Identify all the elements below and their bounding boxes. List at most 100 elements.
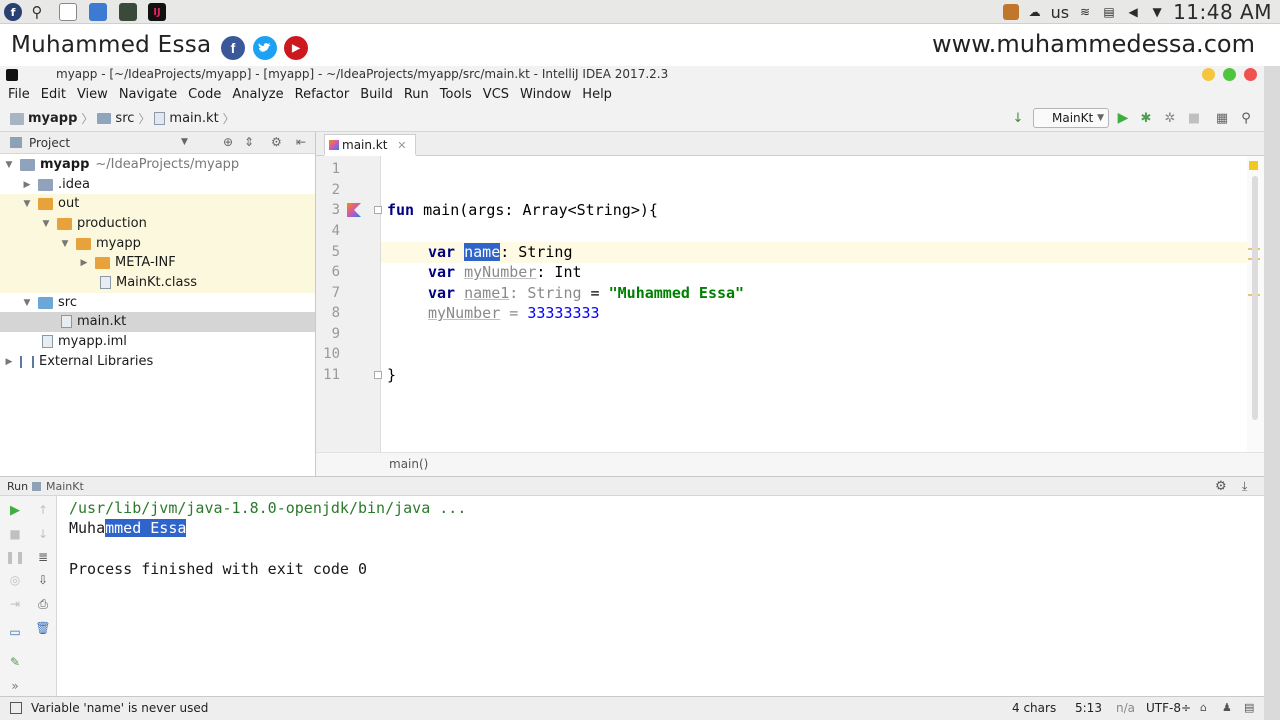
close-button[interactable] (1244, 68, 1257, 81)
tree-item-out[interactable]: ▼ out (0, 194, 315, 214)
line-number: 1 (331, 161, 340, 177)
event-log-icon[interactable]: ▤ (1244, 701, 1254, 714)
hide-panel-icon[interactable]: ⇤ (296, 135, 306, 149)
app-indicator-icon[interactable] (1002, 4, 1019, 20)
tree-item-main-kt[interactable]: main.kt (0, 312, 315, 332)
breadcrumb-item-project[interactable]: myapp (28, 111, 77, 126)
intellij-icon[interactable]: IJ (148, 3, 166, 21)
exit-icon[interactable]: ⇥ (7, 596, 23, 612)
dump-threads-icon[interactable]: ◎ (7, 572, 23, 588)
menu-file[interactable]: File (4, 87, 34, 102)
line-separator[interactable]: n/a (1116, 701, 1135, 715)
editor-scrollbar[interactable] (1252, 176, 1258, 420)
more-icon[interactable]: » (7, 678, 23, 694)
tree-item-mainkt-class[interactable]: MainKt.class (0, 273, 315, 293)
stop-icon[interactable]: ■ (7, 526, 23, 542)
clock[interactable]: 11:48 AM (1173, 0, 1272, 24)
clipboard-icon[interactable]: ▤ (1101, 4, 1117, 20)
menu-refactor[interactable]: Refactor (291, 87, 354, 102)
fold-icon[interactable] (374, 371, 382, 379)
wifi-icon[interactable]: ≋ (1077, 4, 1093, 20)
files-icon[interactable] (89, 3, 107, 21)
scroll-up-icon[interactable]: ↑ (35, 502, 51, 518)
pin-icon[interactable]: ✎ (7, 654, 23, 670)
breadcrumb-function[interactable]: main() (389, 457, 428, 471)
pause-icon[interactable]: ❚❚ (5, 549, 25, 565)
search-everywhere-icon[interactable]: ⚲ (1238, 110, 1254, 126)
chevron-down-icon[interactable]: ▼ (20, 298, 34, 308)
desktop-icon[interactable] (59, 3, 77, 21)
debug-icon[interactable]: ✱ (1138, 110, 1154, 126)
print-icon[interactable]: ⎙ (35, 596, 51, 612)
coverage-icon[interactable]: ✲ (1162, 110, 1178, 126)
scroll-to-end-icon[interactable]: ⇩ (35, 572, 51, 588)
fedora-menu-icon[interactable]: f (4, 3, 22, 21)
close-icon[interactable]: ✕ (397, 139, 406, 152)
run-console[interactable] (57, 496, 1264, 696)
tree-item-production[interactable]: ▼ production (0, 214, 315, 234)
stop-icon[interactable]: ■ (1186, 110, 1202, 126)
menu-build[interactable]: Build (356, 87, 397, 102)
gear-icon[interactable]: ⚙ (271, 135, 282, 149)
collapse-icon[interactable]: ⇕ (244, 135, 254, 149)
maximize-button[interactable] (1223, 68, 1236, 81)
run-tab-mainkt[interactable]: MainKt (46, 480, 84, 493)
menu-run[interactable]: Run (400, 87, 433, 102)
project-panel-title[interactable]: Project (29, 136, 70, 150)
keyboard-layout[interactable]: us (1051, 3, 1069, 22)
warning-indicator[interactable] (1249, 161, 1258, 170)
chevron-down-icon[interactable]: ▼ (39, 219, 53, 229)
menu-edit[interactable]: Edit (37, 87, 70, 102)
menu-view[interactable]: View (73, 87, 112, 102)
chevron-down-icon[interactable]: ▼ (181, 137, 188, 147)
menu-code[interactable]: Code (184, 87, 225, 102)
menu-tools[interactable]: Tools (436, 87, 476, 102)
chevron-down-icon[interactable]: ▼ (58, 239, 72, 249)
breadcrumb-item-file[interactable]: main.kt (169, 111, 218, 126)
chevron-right-icon[interactable]: ▶ (2, 357, 16, 367)
chevron-right-icon[interactable]: ▶ (77, 258, 91, 268)
tree-item-idea[interactable]: ▶ .idea (0, 175, 315, 195)
tool-windows-icon[interactable] (10, 702, 22, 714)
menu-vcs[interactable]: VCS (479, 87, 513, 102)
tab-main-kt[interactable]: main.kt ✕ (324, 134, 416, 156)
minimize-button[interactable] (1202, 68, 1215, 81)
project-structure-icon[interactable]: ▦ (1214, 110, 1230, 126)
tree-item-myapp-out[interactable]: ▼ myapp (0, 234, 315, 254)
tree-item-src[interactable]: ▼ src (0, 293, 315, 313)
chevron-down-icon[interactable]: ▼ (1149, 4, 1165, 20)
trash-icon[interactable]: 🗑 (35, 620, 51, 636)
tree-item-external-libraries[interactable]: ▶ External Libraries (0, 352, 315, 372)
system-monitor-icon[interactable] (119, 3, 137, 21)
rerun-icon[interactable]: ▶ (7, 502, 23, 518)
run-icon[interactable]: ▶ (1115, 110, 1131, 126)
chevron-down-icon[interactable]: ▼ (2, 160, 16, 170)
tree-item-myapp-iml[interactable]: myapp.iml (0, 332, 315, 352)
menu-analyze[interactable]: Analyze (228, 87, 287, 102)
chevron-down-icon[interactable]: ▼ (20, 199, 34, 209)
lock-icon[interactable]: ⌂ (1200, 701, 1207, 714)
soft-wrap-icon[interactable]: ≣ (35, 549, 51, 565)
chevron-down-icon: ▼ (1097, 113, 1104, 123)
scroll-down-icon[interactable]: ↓ (35, 526, 51, 542)
layout-icon[interactable]: ▭ (7, 624, 23, 640)
run-config-select[interactable]: MainKt ▼ (1033, 108, 1109, 128)
volume-icon[interactable]: ◀ (1125, 4, 1141, 20)
hide-panel-icon[interactable]: ⤓ (1242, 479, 1247, 494)
gear-icon[interactable]: ⚙ (1215, 479, 1227, 494)
fold-icon[interactable] (374, 206, 382, 214)
file-encoding[interactable]: UTF-8÷ (1146, 701, 1191, 715)
hector-icon[interactable]: ♟ (1222, 701, 1232, 714)
chevron-right-icon[interactable]: ▶ (20, 180, 34, 190)
menu-window[interactable]: Window (516, 87, 575, 102)
menu-help[interactable]: Help (578, 87, 616, 102)
breadcrumb-item-src[interactable]: src (115, 111, 134, 126)
menu-navigate[interactable]: Navigate (115, 87, 181, 102)
cloud-icon[interactable]: ☁ (1027, 4, 1043, 20)
tree-item-meta-inf[interactable]: ▶ META-INF (0, 253, 315, 273)
search-icon[interactable]: ⚲ (28, 3, 46, 21)
tree-item-myapp[interactable]: ▼ myapp ~/IdeaProjects/myapp (0, 155, 315, 175)
build-icon[interactable]: ↓ (1010, 110, 1026, 126)
locate-icon[interactable]: ⊕ (223, 135, 233, 149)
caret-position[interactable]: 5:13 (1075, 701, 1102, 715)
